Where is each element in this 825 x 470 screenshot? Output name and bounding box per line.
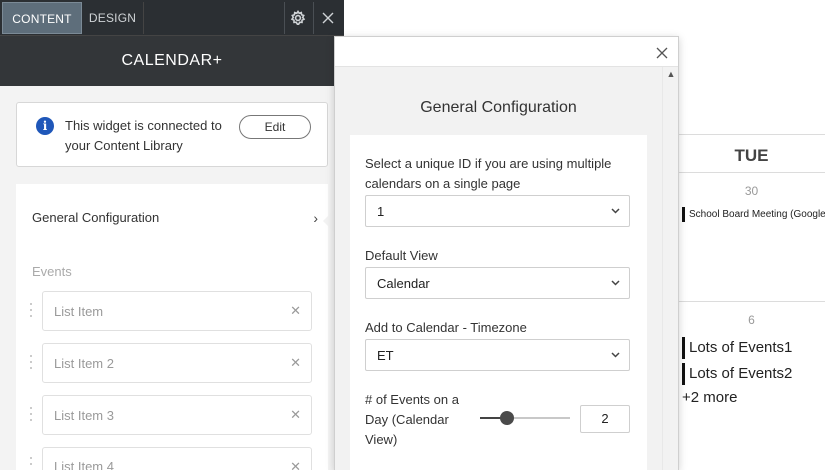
- calendar-event[interactable]: School Board Meeting (Google): [682, 207, 825, 222]
- calendar-date: 6: [748, 313, 755, 327]
- tab-divider: [313, 2, 314, 34]
- default-view-value: Calendar: [377, 276, 430, 291]
- default-view-select[interactable]: Calendar: [365, 267, 630, 299]
- screen: TUE 30 School Board Meeting (Google) 6 L…: [0, 0, 825, 470]
- slider-thumb[interactable]: [500, 411, 514, 425]
- calendar-divider: [678, 301, 825, 302]
- scroll-up-icon[interactable]: ▲: [663, 67, 679, 81]
- chevron-down-icon: [611, 352, 620, 358]
- popover-pointer: [323, 210, 334, 232]
- widget-title: CALENDAR+: [0, 36, 344, 86]
- gear-icon[interactable]: [286, 6, 310, 30]
- timezone-value: ET: [377, 348, 394, 363]
- drag-handle-icon[interactable]: [30, 355, 36, 373]
- close-icon[interactable]: [316, 6, 340, 30]
- calendar-more-link[interactable]: +2 more: [682, 389, 737, 406]
- chevron-down-icon: [611, 280, 620, 286]
- calendar-divider: [678, 172, 825, 173]
- general-configuration-popup: ▲ General Configuration Select a unique …: [334, 36, 679, 470]
- list-item[interactable]: List Item 2 ✕: [42, 343, 312, 383]
- remove-icon[interactable]: ✕: [290, 303, 301, 319]
- general-configuration-label: General Configuration: [32, 210, 160, 225]
- remove-icon[interactable]: ✕: [290, 459, 301, 470]
- chevron-down-icon: [611, 208, 620, 214]
- events-section-label: Events: [32, 264, 72, 279]
- connected-info-box: i This widget is connected to your Conte…: [16, 102, 328, 167]
- remove-icon[interactable]: ✕: [290, 407, 301, 423]
- editor-tabs: CONTENT DESIGN: [0, 0, 344, 36]
- drag-handle-icon[interactable]: [30, 407, 36, 425]
- info-icon: i: [36, 117, 54, 135]
- drag-handle-icon[interactable]: [30, 303, 36, 321]
- unique-id-value: 1: [377, 204, 385, 219]
- config-form: Select a unique ID if you are using mult…: [350, 135, 647, 470]
- timezone-select[interactable]: ET: [365, 339, 630, 371]
- list-item-label: List Item 3: [54, 408, 114, 423]
- list-item-label: List Item: [54, 304, 104, 319]
- calendar-event[interactable]: Lots of Events1: [682, 337, 792, 359]
- events-per-day-label: # of Events on a Day (Calendar View): [365, 392, 459, 447]
- calendar-event[interactable]: Lots of Events2: [682, 363, 792, 385]
- general-configuration-item[interactable]: General Configuration ›: [32, 210, 322, 230]
- tab-divider: [284, 2, 285, 34]
- list-item-label: List Item 4: [54, 459, 114, 470]
- info-text: This widget is connected to your Content…: [65, 118, 222, 153]
- list-item[interactable]: List Item ✕: [42, 291, 312, 331]
- default-view-label: Default View: [365, 248, 438, 263]
- popup-scrollbar[interactable]: ▲: [662, 67, 678, 470]
- drag-handle-icon[interactable]: [30, 457, 36, 470]
- calendar-day-name: TUE: [734, 146, 769, 165]
- calendar-view: TUE 30 School Board Meeting (Google) 6 L…: [660, 0, 825, 470]
- list-item-label: List Item 2: [54, 356, 114, 371]
- events-per-day-input[interactable]: 2: [580, 405, 630, 433]
- unique-id-label: Select a unique ID if you are using mult…: [365, 156, 612, 191]
- popup-title: General Configuration: [420, 99, 577, 116]
- timezone-label: Add to Calendar - Timezone: [365, 320, 527, 335]
- unique-id-select[interactable]: 1: [365, 195, 630, 227]
- list-item[interactable]: List Item 4 ✕: [42, 447, 312, 470]
- list-item[interactable]: List Item 3 ✕: [42, 395, 312, 435]
- remove-icon[interactable]: ✕: [290, 355, 301, 371]
- close-icon[interactable]: [650, 41, 674, 65]
- edit-button[interactable]: Edit: [239, 115, 311, 139]
- chevron-right-icon: ›: [313, 210, 318, 226]
- editor-panel: CONTENT DESIGN CALENDAR+ i This widget i…: [0, 0, 344, 470]
- events-per-day-slider[interactable]: [480, 411, 570, 425]
- calendar-divider: [678, 134, 825, 135]
- calendar-date: 30: [744, 184, 759, 198]
- tab-content[interactable]: CONTENT: [2, 2, 82, 34]
- tab-design[interactable]: DESIGN: [82, 2, 144, 34]
